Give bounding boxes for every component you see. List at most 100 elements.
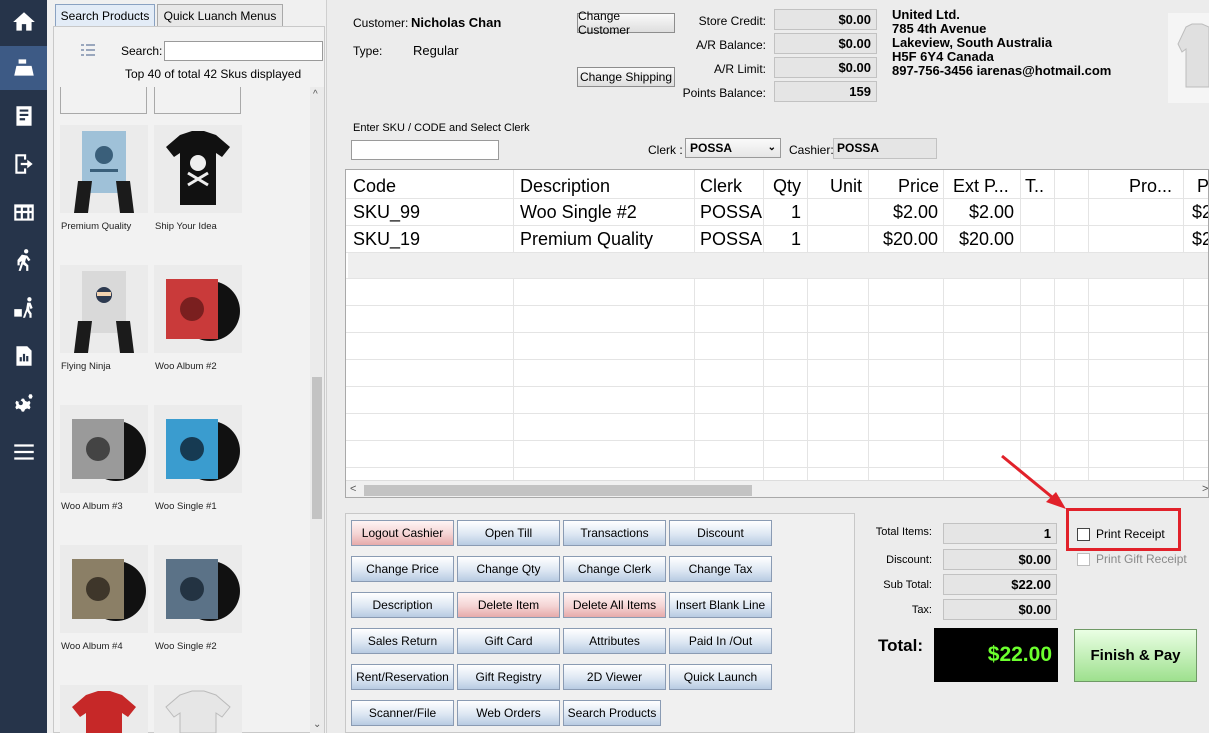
- 2d-viewer-button[interactable]: 2D Viewer: [563, 664, 666, 690]
- scroll-right-icon[interactable]: >: [1202, 483, 1208, 495]
- warehouse-icon[interactable]: [0, 190, 47, 234]
- delete-all-items-button[interactable]: Delete All Items: [563, 592, 666, 618]
- cell-code: SKU_19: [353, 229, 421, 249]
- items-grid[interactable]: Code Description Clerk Qty Unit Price Ex…: [345, 169, 1209, 498]
- scroll-down-icon[interactable]: ⌄: [313, 719, 321, 730]
- column-header-clerk[interactable]: Clerk: [700, 176, 742, 197]
- change-customer-button[interactable]: Change Customer: [577, 9, 675, 37]
- column-header-ext-price[interactable]: Ext P...: [953, 176, 1009, 197]
- product-tile-woo-album-3[interactable]: [60, 405, 148, 493]
- menu-icon[interactable]: [0, 430, 47, 474]
- scroll-left-icon[interactable]: <: [350, 483, 356, 495]
- insert-blank-line-button[interactable]: Insert Blank Line: [669, 592, 772, 618]
- tab-search-products[interactable]: Search Products: [55, 4, 155, 26]
- web-orders-button[interactable]: Web Orders: [457, 700, 560, 726]
- cell-ext-price: $2.00: [968, 202, 1014, 222]
- new-entry-row[interactable]: [348, 253, 1208, 278]
- product-tile-partial[interactable]: [60, 685, 148, 733]
- delete-item-button[interactable]: Delete Item: [457, 592, 560, 618]
- change-price-button[interactable]: Change Price: [351, 556, 454, 582]
- clerk-select[interactable]: POSSA ⌄: [685, 138, 781, 158]
- grid-hscrollbar[interactable]: < >: [346, 480, 1208, 497]
- action-buttons-panel: Logout Cashier Open Till Transactions Di…: [345, 513, 855, 733]
- sku-input[interactable]: [351, 140, 499, 160]
- delivery-icon[interactable]: [0, 286, 47, 330]
- exit-icon[interactable]: [0, 142, 47, 186]
- logout-cashier-button[interactable]: Logout Cashier: [351, 520, 454, 546]
- change-qty-button[interactable]: Change Qty: [457, 556, 560, 582]
- table-row[interactable]: SKU_19 Premium Quality POSSA 1 $20.00 $2…: [346, 226, 1208, 252]
- print-receipt-label[interactable]: Print Receipt: [1096, 527, 1165, 541]
- product-name: Flying Ninja: [61, 361, 111, 372]
- product-tile-woo-album-2[interactable]: [154, 265, 242, 353]
- total-items-value: 1: [943, 523, 1057, 544]
- ar-limit-label: A/R Limit:: [713, 62, 766, 76]
- cell-description: Premium Quality: [520, 229, 654, 249]
- cell-qty: 1: [791, 229, 802, 249]
- change-shipping-button[interactable]: Change Shipping: [577, 67, 675, 87]
- description-button[interactable]: Description: [351, 592, 454, 618]
- settings-icon[interactable]: [0, 382, 47, 426]
- report-icon[interactable]: [0, 334, 47, 378]
- scanner-file-button[interactable]: Scanner/File: [351, 700, 454, 726]
- subtotal-value: $22.00: [943, 574, 1057, 595]
- product-tile-partial[interactable]: [154, 685, 242, 733]
- product-tile-woo-single-1[interactable]: [154, 405, 242, 493]
- product-scrollbar[interactable]: ^ ⌄: [310, 87, 324, 733]
- column-header-unit[interactable]: Unit: [830, 176, 862, 197]
- customer-avatar: [1168, 13, 1209, 103]
- tab-quick-launch-menus[interactable]: Quick Luanch Menus: [157, 4, 283, 26]
- product-name: Woo Album #4: [61, 641, 123, 652]
- print-gift-receipt-label[interactable]: Print Gift Receipt: [1096, 552, 1187, 566]
- product-tile-flying-ninja[interactable]: [60, 265, 148, 353]
- scroll-thumb[interactable]: [312, 377, 322, 519]
- table-row[interactable]: SKU_99 Woo Single #2 POSSA 1 $2.00 $2.00…: [346, 199, 1208, 225]
- column-header-promo[interactable]: Pro...: [1129, 176, 1172, 197]
- sales-return-button[interactable]: Sales Return: [351, 628, 454, 654]
- product-tile-woo-single-2[interactable]: [154, 545, 242, 633]
- finish-and-pay-button[interactable]: Finish & Pay: [1074, 629, 1197, 682]
- list-view-icon[interactable]: [81, 43, 95, 57]
- quick-launch-button[interactable]: Quick Launch: [669, 664, 772, 690]
- product-tile-partial[interactable]: [60, 87, 147, 114]
- open-till-button[interactable]: Open Till: [457, 520, 560, 546]
- home-icon[interactable]: [0, 0, 47, 44]
- attributes-button[interactable]: Attributes: [563, 628, 666, 654]
- search-products-button[interactable]: Search Products: [563, 700, 661, 726]
- column-header-qty[interactable]: Qty: [773, 176, 801, 197]
- change-clerk-button[interactable]: Change Clerk: [563, 556, 666, 582]
- column-header-code[interactable]: Code: [353, 176, 396, 197]
- gift-card-button[interactable]: Gift Card: [457, 628, 560, 654]
- column-header-tax[interactable]: T..: [1025, 176, 1044, 197]
- column-header-description[interactable]: Description: [520, 176, 610, 197]
- gift-registry-button[interactable]: Gift Registry: [457, 664, 560, 690]
- total-items-label: Total Items:: [875, 526, 932, 538]
- paid-in-out-button[interactable]: Paid In /Out: [669, 628, 772, 654]
- product-tile-partial[interactable]: [154, 87, 241, 114]
- product-tile-ship-your-idea[interactable]: [154, 125, 242, 213]
- discount-button[interactable]: Discount: [669, 520, 772, 546]
- search-input[interactable]: [164, 41, 323, 61]
- change-tax-button[interactable]: Change Tax: [669, 556, 772, 582]
- cell-description: Woo Single #2: [520, 202, 637, 222]
- print-receipt-checkbox[interactable]: [1077, 528, 1090, 541]
- product-tile-woo-album-4[interactable]: [60, 545, 148, 633]
- print-gift-receipt-checkbox[interactable]: [1077, 553, 1090, 566]
- ar-balance-value: $0.00: [774, 33, 877, 54]
- runner-icon[interactable]: [0, 238, 47, 282]
- clerk-select-value: POSSA: [690, 141, 733, 155]
- search-label: Search:: [121, 44, 163, 58]
- transactions-button[interactable]: Transactions: [563, 520, 666, 546]
- column-header-price[interactable]: Price: [898, 176, 939, 197]
- cashier-value: POSSA: [833, 138, 937, 159]
- rent-reservation-button[interactable]: Rent/Reservation: [351, 664, 454, 690]
- column-header-p[interactable]: P: [1197, 176, 1208, 197]
- invoice-icon[interactable]: [0, 94, 47, 138]
- cell-extra: $2: [1192, 229, 1208, 249]
- scroll-up-icon[interactable]: ^: [313, 89, 318, 100]
- cell-ext-price: $20.00: [958, 229, 1014, 249]
- hscroll-thumb[interactable]: [364, 485, 752, 496]
- cell-code: SKU_99: [353, 202, 421, 222]
- product-tile-premium-quality[interactable]: [60, 125, 148, 213]
- cash-register-icon[interactable]: [0, 46, 47, 90]
